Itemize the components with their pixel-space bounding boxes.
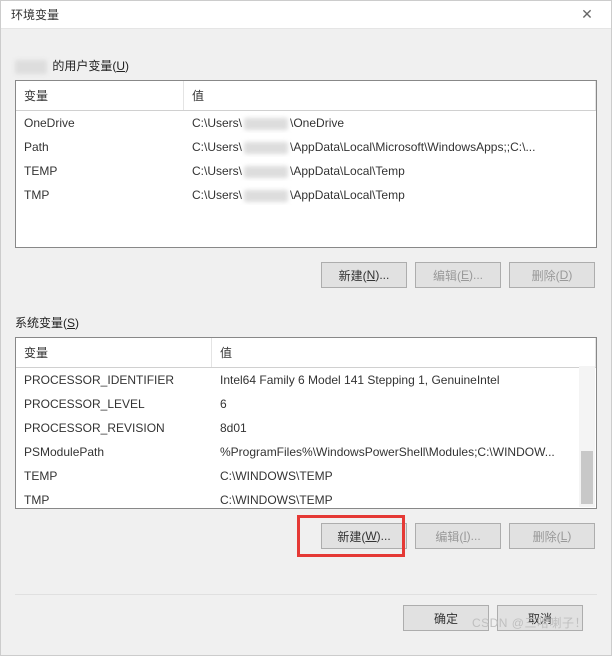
list-item[interactable]: PROCESSOR_IDENTIFIERIntel64 Family 6 Mod… — [16, 368, 596, 392]
close-button[interactable]: ✕ — [569, 2, 605, 28]
system-vars-label: 系统变量(S) — [15, 314, 597, 331]
list-item[interactable]: PROCESSOR_LEVEL6 — [16, 392, 596, 416]
list-item[interactable]: TEMP C:\Users\\AppData\Local\Temp — [16, 159, 596, 183]
listview-header: 变量 值 — [16, 81, 596, 111]
user-new-button[interactable]: 新建(N)... — [321, 262, 407, 288]
window-title: 环境变量 — [11, 6, 59, 23]
list-item[interactable]: Path C:\Users\\AppData\Local\Microsoft\W… — [16, 135, 596, 159]
list-item[interactable]: OneDrive C:\Users\\OneDrive — [16, 111, 596, 135]
list-item[interactable]: PSModulePath%ProgramFiles%\WindowsPowerS… — [16, 440, 596, 464]
user-vars-listview[interactable]: 变量 值 OneDrive C:\Users\\OneDrive Path C:… — [15, 80, 597, 248]
environment-variables-dialog: 环境变量 ✕ 的用户变量(U) 变量 值 OneDrive C:\Users\\… — [0, 0, 612, 656]
user-edit-button[interactable]: 编辑(E)... — [415, 262, 501, 288]
listview-header: 变量 值 — [16, 338, 596, 368]
list-item[interactable]: PROCESSOR_REVISION8d01 — [16, 416, 596, 440]
user-vars-buttons: 新建(N)... 编辑(E)... 删除(D) — [15, 262, 595, 288]
blurred-username — [15, 60, 47, 74]
column-variable[interactable]: 变量 — [16, 338, 212, 367]
column-variable[interactable]: 变量 — [16, 81, 184, 110]
list-item[interactable]: TMP C:\Users\\AppData\Local\Temp — [16, 183, 596, 207]
column-value[interactable]: 值 — [212, 338, 596, 367]
close-icon: ✕ — [581, 6, 593, 23]
watermark: CSDN @三哈喇子！ — [472, 614, 587, 631]
list-item[interactable]: TMPC:\WINDOWS\TEMP — [16, 488, 596, 509]
system-delete-button[interactable]: 删除(L) — [509, 523, 595, 549]
scrollbar[interactable] — [579, 366, 595, 507]
dialog-content: 的用户变量(U) 变量 值 OneDrive C:\Users\\OneDriv… — [1, 29, 611, 655]
system-new-button[interactable]: 新建(W)... — [321, 523, 407, 549]
system-vars-body: PROCESSOR_IDENTIFIERIntel64 Family 6 Mod… — [16, 368, 596, 509]
user-vars-body: OneDrive C:\Users\\OneDrive Path C:\User… — [16, 111, 596, 248]
user-vars-label: 的用户变量(U) — [15, 57, 597, 74]
system-vars-listview[interactable]: 变量 值 PROCESSOR_IDENTIFIERIntel64 Family … — [15, 337, 597, 509]
system-edit-button[interactable]: 编辑(I)... — [415, 523, 501, 549]
column-value[interactable]: 值 — [184, 81, 596, 110]
system-vars-buttons: 新建(W)... 编辑(I)... 删除(L) — [15, 523, 595, 549]
titlebar: 环境变量 ✕ — [1, 1, 611, 29]
dialog-buttons: 确定 取消 CSDN @三哈喇子！ — [15, 594, 597, 645]
list-item[interactable]: TEMPC:\WINDOWS\TEMP — [16, 464, 596, 488]
scrollbar-thumb[interactable] — [581, 451, 593, 505]
user-delete-button[interactable]: 删除(D) — [509, 262, 595, 288]
